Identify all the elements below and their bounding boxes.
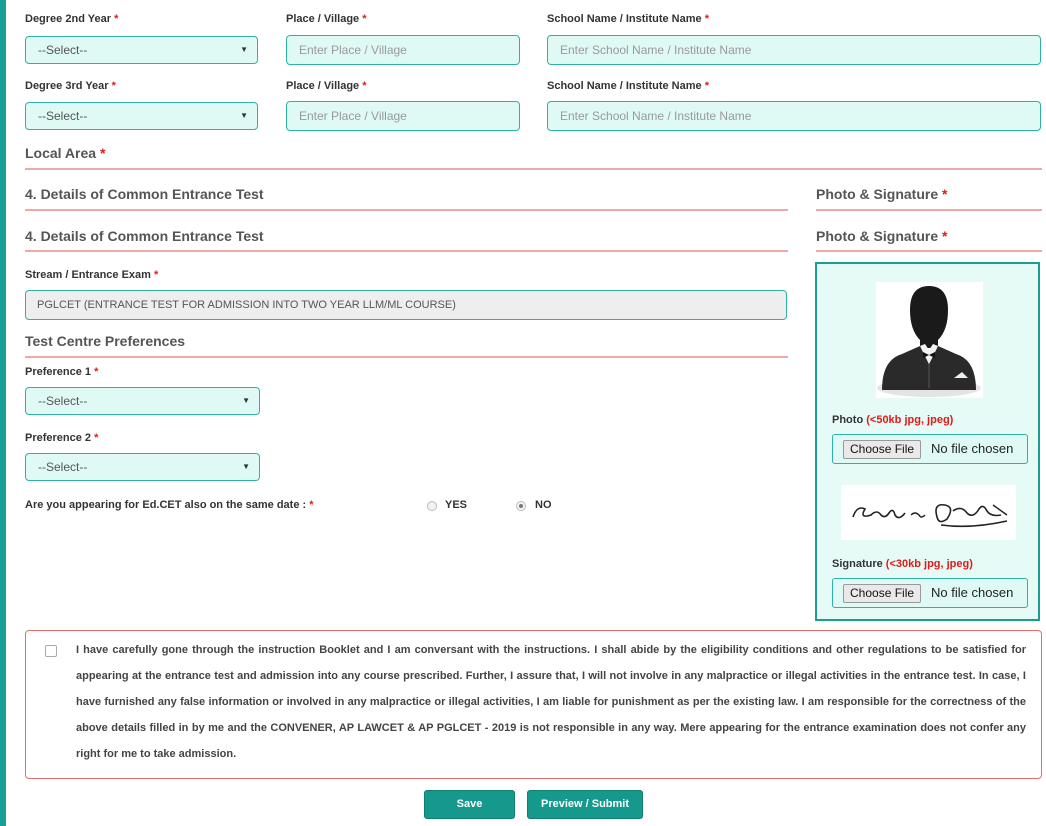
place-village-label-1: Place / Village * [286,13,367,25]
declaration-checkbox[interactable] [45,645,57,657]
stream-readonly-field: PGLCET (ENTRANCE TEST FOR ADMISSION INTO… [25,290,787,320]
school-name-label-2: School Name / Institute Name * [547,80,709,92]
chevron-down-icon: ▼ [240,45,248,54]
cet-divider-1 [25,209,788,211]
preview-submit-button[interactable]: Preview / Submit [527,790,643,819]
signature-no-file-text: No file chosen [931,585,1014,600]
cet-heading-2: 4. Details of Common Entrance Test [25,228,264,244]
degree-2nd-year-select[interactable]: --Select-- ▼ [25,36,258,64]
signature-choose-file-button[interactable]: Choose File [843,584,922,603]
edcet-no-label: NO [535,499,552,511]
preference-1-label: Preference 1 * [25,366,99,378]
local-area-divider [25,168,1042,170]
signature-scribble-icon [852,503,1008,528]
save-button[interactable]: Save [424,790,515,819]
test-centre-heading: Test Centre Preferences [25,333,186,349]
signature-file-input[interactable]: Choose File No file chosen [832,578,1028,608]
stream-label: Stream / Entrance Exam * [25,269,159,281]
photo-no-file-text: No file chosen [931,441,1014,456]
cet-heading-1: 4. Details of Common Entrance Test [25,186,264,202]
school-name-input-2[interactable]: Enter School Name / Institute Name [547,101,1041,131]
degree-3rd-year-select[interactable]: --Select-- ▼ [25,102,258,130]
edcet-yes-label: YES [445,499,468,511]
left-accent-bar [0,0,6,826]
photo-preview [876,282,983,398]
photo-signature-divider-1 [816,209,1042,211]
signature-preview [841,485,1016,540]
photo-label: Photo (<50kb jpg, jpeg) [832,414,954,426]
chevron-down-icon: ▼ [242,462,250,471]
chevron-down-icon: ▼ [240,111,248,120]
place-village-input-2[interactable]: Enter Place / Village [286,101,520,131]
cet-divider-2 [25,250,788,252]
chevron-down-icon: ▼ [242,396,250,405]
edcet-question-label: Are you appearing for Ed.CET also on the… [25,499,314,511]
school-name-input-1[interactable]: Enter School Name / Institute Name [547,35,1041,65]
preference-1-select[interactable]: --Select-- ▼ [25,387,260,415]
preference-2-select[interactable]: --Select-- ▼ [25,453,260,481]
photo-signature-divider-2 [816,250,1042,252]
degree-2nd-year-label: Degree 2nd Year * [25,13,119,25]
edcet-no-radio[interactable] [516,501,526,511]
signature-label: Signature (<30kb jpg, jpeg) [832,558,973,570]
photo-signature-heading-1: Photo & Signature * [816,186,948,202]
preference-2-label: Preference 2 * [25,432,99,444]
photo-file-input[interactable]: Choose File No file chosen [832,434,1028,464]
photo-signature-heading-2: Photo & Signature * [816,228,948,244]
place-village-input-1[interactable]: Enter Place / Village [286,35,520,65]
school-name-label-1: School Name / Institute Name * [547,13,709,25]
place-village-label-2: Place / Village * [286,80,367,92]
test-centre-divider [25,356,788,358]
edcet-yes-radio[interactable] [427,501,437,511]
degree-3rd-year-label: Degree 3rd Year * [25,80,116,92]
local-area-heading: Local Area * [25,145,106,161]
photo-signature-panel: Photo (<50kb jpg, jpeg) Choose File No f… [815,262,1040,621]
photo-choose-file-button[interactable]: Choose File [843,440,922,459]
declaration-text: I have carefully gone through the instru… [76,644,1026,760]
declaration-box: I have carefully gone through the instru… [25,630,1042,779]
person-silhouette-icon [877,286,981,397]
